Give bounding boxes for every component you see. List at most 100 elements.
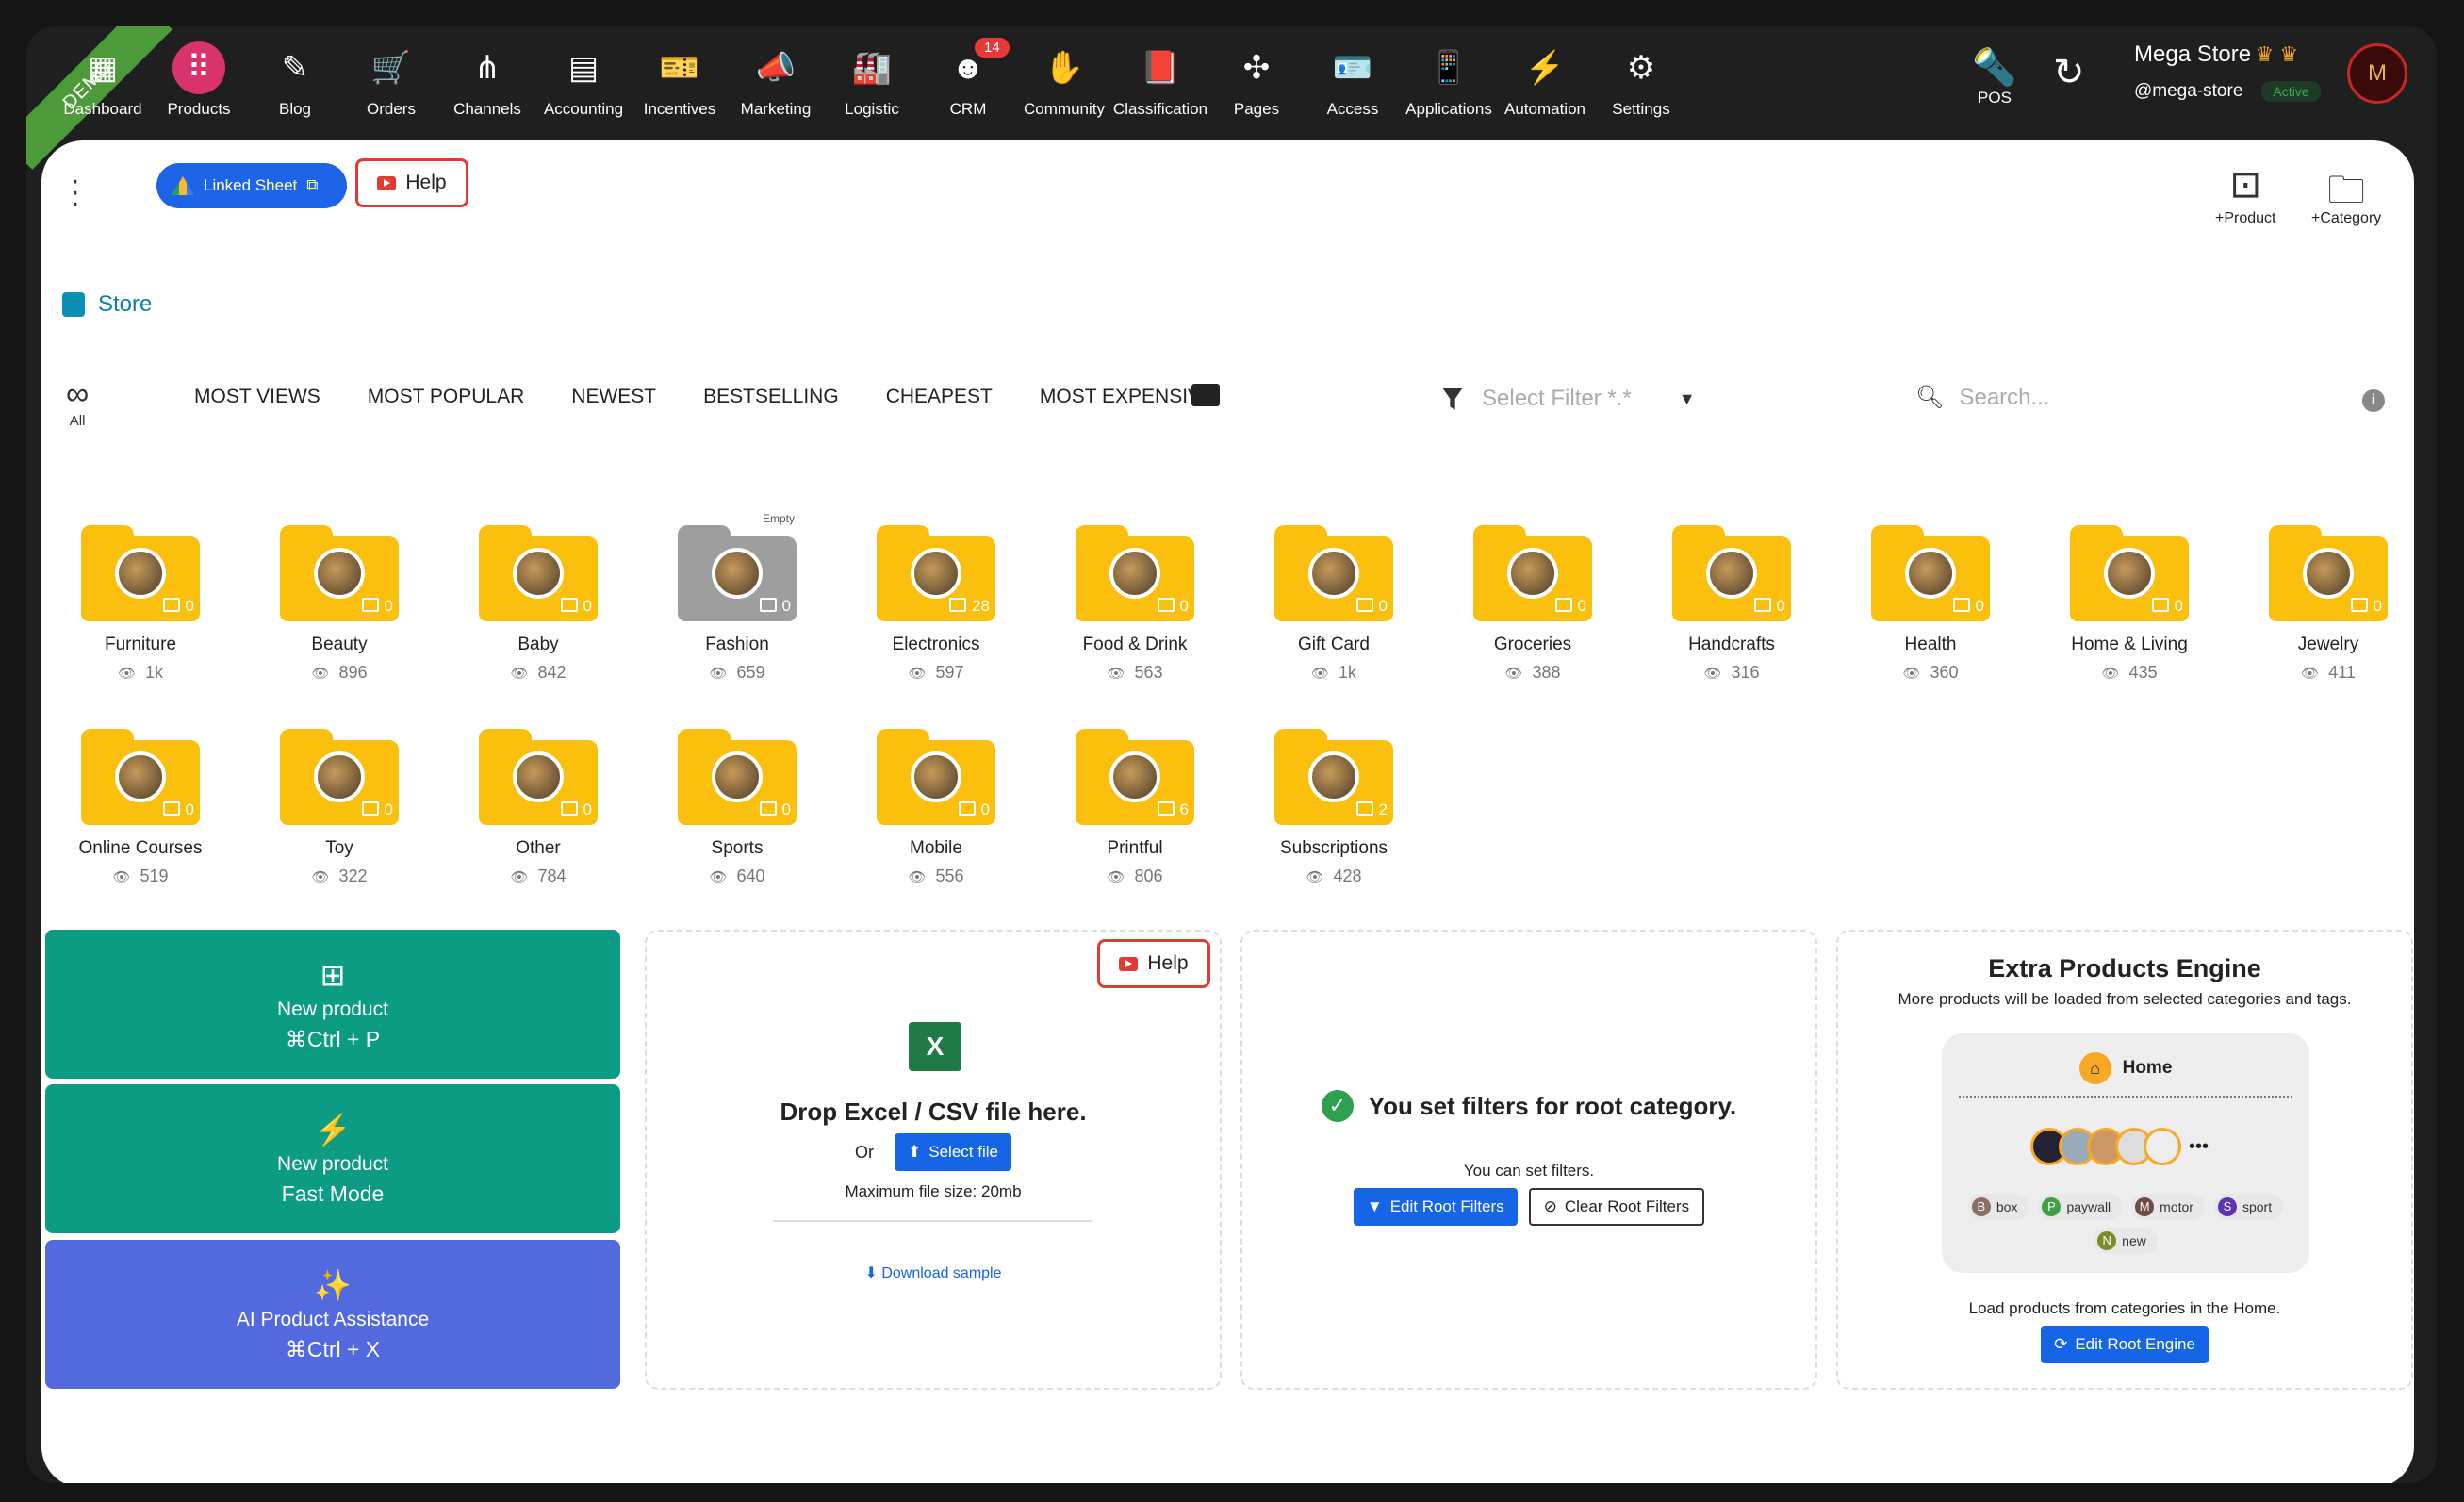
engine-preview[interactable]: ⌂ Home ••• Bbox Ppaywall Mmotor Ssport Nnew — [1942, 1033, 2309, 1273]
category-name: Groceries — [1493, 635, 1572, 654]
ai-assistant-button[interactable]: ✨ AI Product Assistance ⌘Ctrl + X — [45, 1240, 620, 1389]
category-item[interactable]: 0 Groceries 388 — [1453, 525, 1613, 683]
category-item[interactable]: 0 Furniture 1k — [60, 525, 221, 683]
category-item[interactable]: 0 Sports 640 — [657, 729, 817, 886]
category-views: 842 — [458, 663, 618, 683]
edit-root-filters-button[interactable]: ▼ Edit Root Filters — [1353, 1188, 1518, 1226]
tag-letter: B — [1971, 1197, 1991, 1216]
nav-item-orders[interactable]: 🛒 Orders — [343, 41, 439, 136]
all-filter-button[interactable]: ∞ All — [66, 376, 89, 429]
clear-root-filters-button[interactable]: ⊘ Clear Root Filters — [1528, 1188, 1705, 1226]
folder-icon[interactable] — [1191, 384, 1220, 406]
product-count: 0 — [1754, 597, 1785, 616]
folder-icon: 0 — [280, 525, 399, 621]
category-item[interactable]: 0 Health 360 — [1850, 525, 2011, 683]
nav-item-classification[interactable]: 📕 Classification — [1112, 41, 1208, 136]
nav-item-marketing[interactable]: 📣 Marketing — [728, 41, 824, 136]
category-item[interactable]: 28 Electronics 597 — [856, 525, 1016, 683]
new-product-button[interactable]: ⊞ New product ⌘Ctrl + P — [45, 930, 620, 1079]
avatar[interactable]: M — [2347, 43, 2407, 104]
compass-icon: ✣ — [1242, 50, 1271, 86]
category-views: 659 — [657, 663, 817, 683]
breadcrumb[interactable]: Store — [62, 291, 152, 318]
fast-mode-button[interactable]: ⚡ New product Fast Mode — [45, 1084, 620, 1233]
linked-sheet-button[interactable]: Linked Sheet ⧉ — [156, 163, 347, 208]
nav-item-channels[interactable]: ⋔ Channels — [439, 41, 535, 136]
download-sample-link[interactable]: ⬇ Download sample — [647, 1263, 1220, 1282]
notification-badge: 14 — [975, 38, 1010, 58]
caret-down-icon: ▼ — [1678, 388, 1696, 408]
category-views: 322 — [259, 867, 419, 886]
category-item[interactable]: 2 Subscriptions 428 — [1254, 729, 1414, 886]
book-icon: 📕 — [1140, 50, 1181, 86]
category-item[interactable]: 0 Beauty 896 — [259, 525, 419, 683]
bolt-icon: ⚡ — [1524, 50, 1566, 86]
category-item[interactable]: 0 Gift Card 1k — [1254, 525, 1414, 683]
external-link-icon: ⧉ — [306, 176, 319, 194]
sort-tab[interactable]: NEWEST — [571, 386, 656, 408]
sort-tab[interactable]: BESTSELLING — [703, 386, 839, 408]
category-item[interactable]: 0 Handcrafts 316 — [1651, 525, 1812, 683]
nav-item-incentives[interactable]: 🎫 Incentives — [632, 41, 728, 136]
nav-item-blog[interactable]: ✎ Blog — [247, 41, 343, 136]
main-panel: · · · Linked Sheet ⧉ Help ⊡ +Product 🗀 +Ca… — [41, 140, 2414, 1483]
nav-item-pages[interactable]: ✣ Pages — [1208, 41, 1305, 136]
nav-item-automation[interactable]: ⚡ Automation — [1497, 41, 1593, 136]
product-count: 0 — [163, 801, 194, 819]
more-menu-icon[interactable]: · · · — [70, 164, 80, 219]
nav-label: Access — [1326, 100, 1379, 118]
nav-item-accounting[interactable]: ▤ Accounting — [535, 41, 632, 136]
sort-tab[interactable]: MOST EXPENSIVE — [1040, 386, 1214, 408]
category-item[interactable]: 6 Printful 806 — [1055, 729, 1215, 886]
category-item[interactable]: Empty 0 Fashion 659 — [657, 512, 817, 683]
sort-tab[interactable]: CHEAPEST — [886, 386, 993, 408]
store-info[interactable]: Mega Store ♛ ♛ @mega-store Active — [2134, 41, 2321, 102]
nav-item-crm[interactable]: ☻ CRM 14 — [920, 38, 1016, 136]
nav-item-settings[interactable]: ⚙ Settings — [1593, 41, 1689, 136]
category-views: 360 — [1850, 663, 2011, 683]
add-category-button[interactable]: 🗀 +Category — [2311, 163, 2381, 227]
category-item[interactable]: 0 Mobile 556 — [856, 729, 1016, 886]
category-name: Electronics — [892, 635, 980, 654]
category-item[interactable]: 0 Other 784 — [458, 729, 618, 886]
category-name: Furniture — [104, 635, 177, 654]
sort-tab[interactable]: MOST POPULAR — [368, 386, 524, 408]
folder-icon: 0 — [81, 729, 200, 825]
select-filter-dropdown[interactable]: Select Filter *.* ▼ — [1442, 386, 1696, 412]
category-views: 428 — [1254, 867, 1414, 886]
category-name: Sports — [711, 838, 764, 858]
nav-item-dashboard[interactable]: ▦ Dashboard — [55, 41, 151, 136]
product-count: 0 — [561, 597, 592, 616]
category-item[interactable]: 0Baby 842 — [458, 525, 618, 683]
add-product-button[interactable]: ⊡ +Product — [2215, 163, 2275, 227]
nav-item-logistic[interactable]: 🏭 Logistic — [824, 41, 920, 136]
folder-outline-icon: 🗀 — [2327, 170, 2366, 211]
ai-label: AI Product Assistance — [236, 1308, 430, 1330]
sort-tab[interactable]: MOST VIEWS — [194, 386, 320, 408]
box-icon: ⊡ — [2229, 164, 2261, 206]
nav-label: Applications — [1405, 100, 1492, 118]
store-name: Mega Store — [2134, 41, 2252, 67]
edit-root-engine-button[interactable]: ⟳ Edit Root Engine — [2041, 1326, 2209, 1363]
edit-root-engine-label: Edit Root Engine — [2075, 1335, 2195, 1353]
category-item[interactable]: 0 Toy 322 — [259, 729, 419, 886]
select-file-button[interactable]: ⬆ Select file — [895, 1133, 1011, 1171]
info-icon[interactable]: i — [2362, 389, 2385, 412]
nav-item-products[interactable]: ⠿ Products — [151, 41, 247, 136]
category-thumbnail — [115, 751, 166, 802]
category-item[interactable]: 0 Online Courses 519 — [60, 729, 221, 886]
nav-item-community[interactable]: ✋ Community — [1016, 41, 1112, 136]
category-item[interactable]: 0 Home & Living 435 — [2049, 525, 2209, 683]
import-help-button[interactable]: Help — [1097, 939, 1210, 988]
refresh-icon[interactable]: ↻ — [2053, 51, 2085, 94]
import-card[interactable]: Help X Drop Excel / CSV file here. Or ⬆ S… — [645, 930, 1222, 1390]
category-item[interactable]: 0 Jewelry 411 — [2248, 525, 2408, 683]
category-item[interactable]: 0 Food & Drink 563 — [1055, 525, 1215, 683]
nav-item-access[interactable]: 🪪 Access — [1305, 41, 1401, 136]
store-handle: @mega-store — [2134, 81, 2243, 101]
category-thumbnail — [1109, 548, 1160, 599]
pos-button[interactable]: 🔦 POS — [1957, 47, 2032, 107]
help-button[interactable]: Help — [355, 158, 468, 207]
search-input[interactable]: 🔍︎ Search... — [1915, 384, 2050, 411]
nav-item-applications[interactable]: 📱 Applications — [1401, 41, 1497, 136]
